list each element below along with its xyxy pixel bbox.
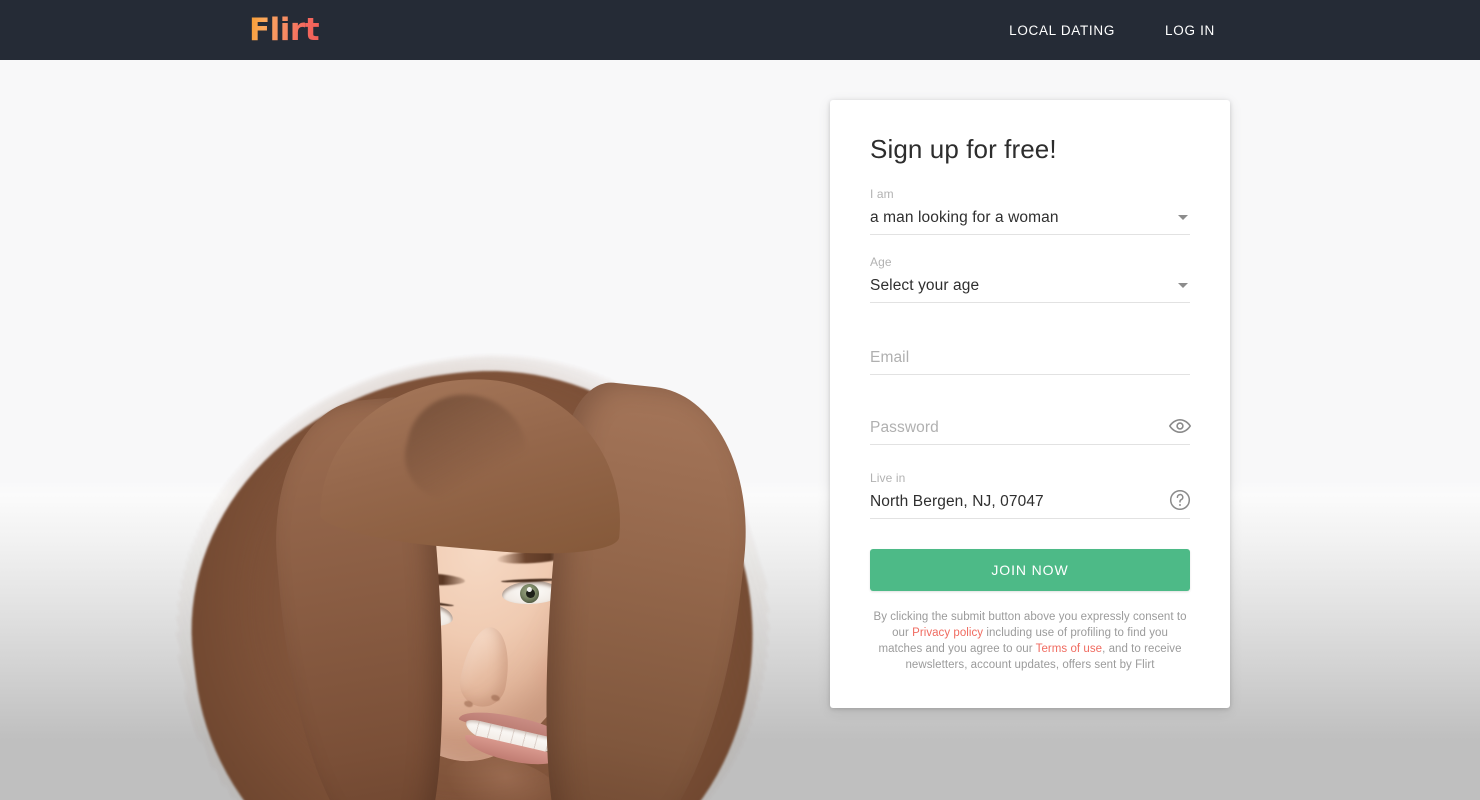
age-select-field[interactable]: Age Select your age (870, 255, 1190, 303)
nav-item-local-dating[interactable]: LOCAL DATING (1009, 15, 1115, 46)
location-field[interactable]: Live in North Bergen, NJ, 07047 (870, 471, 1192, 519)
nav-item-log-in[interactable]: LOG IN (1165, 15, 1215, 46)
password-field[interactable]: Password (870, 403, 1192, 445)
hero-image (0, 60, 830, 800)
site-logo[interactable]: Flirt (249, 12, 320, 48)
email-placeholder: Email (870, 349, 910, 366)
eye-icon[interactable] (1168, 414, 1192, 438)
password-placeholder: Password (870, 419, 939, 436)
age-value: Select your age (870, 277, 980, 294)
age-label: Age (870, 255, 892, 269)
chevron-down-icon[interactable] (1178, 215, 1188, 220)
chevron-down-icon[interactable] (1178, 283, 1188, 288)
woman-portrait-illustration (140, 316, 808, 800)
join-now-button[interactable]: JOIN NOW (870, 549, 1190, 591)
gender-value: a man looking for a woman (870, 209, 1059, 226)
signup-title: Sign up for free! (870, 134, 1057, 164)
main-nav: LOCAL DATING LOG IN (1009, 0, 1480, 60)
gender-label: I am (870, 187, 894, 201)
location-value: North Bergen, NJ, 07047 (870, 493, 1044, 510)
privacy-policy-link[interactable]: Privacy policy (912, 627, 983, 639)
terms-of-use-link[interactable]: Terms of use (1036, 643, 1102, 655)
help-circle-icon[interactable] (1168, 488, 1192, 512)
legal-disclaimer: By clicking the submit button above you … (870, 609, 1190, 673)
email-field[interactable]: Email (870, 333, 1190, 375)
gender-select-field[interactable]: I am a man looking for a woman (870, 187, 1190, 235)
location-label: Live in (870, 471, 906, 485)
signup-card: Sign up for free! I am a man looking for… (830, 100, 1230, 708)
site-header: Flirt LOCAL DATING LOG IN (0, 0, 1480, 60)
